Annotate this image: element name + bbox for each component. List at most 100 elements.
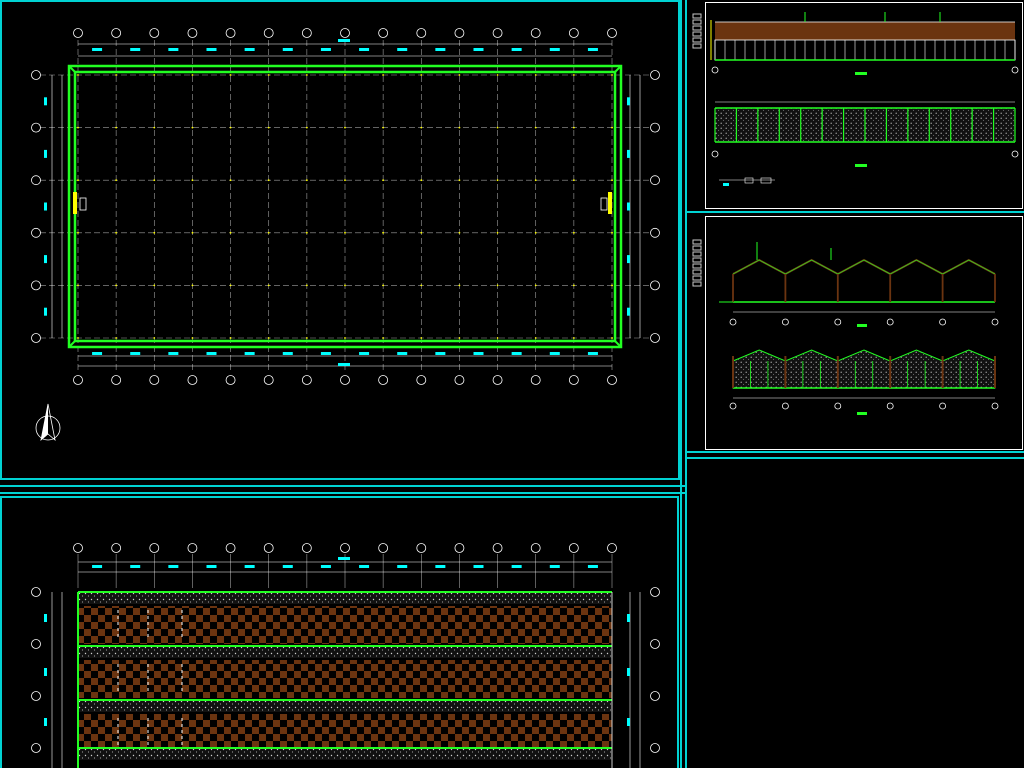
axis-bubble-icon xyxy=(340,375,350,385)
column-marker xyxy=(344,284,346,287)
planting-bed xyxy=(78,606,612,644)
column-marker xyxy=(496,179,499,182)
dimension-label-top xyxy=(282,565,293,568)
total-dimension-top xyxy=(338,39,350,42)
column-marker xyxy=(496,337,499,339)
column-marker xyxy=(305,126,308,129)
axis-bubble-icon xyxy=(782,318,789,326)
axis-bubble-icon xyxy=(568,543,579,553)
axis-bubble-icon xyxy=(111,375,122,385)
column-marker xyxy=(267,337,270,339)
dimension-label-bottom xyxy=(549,352,560,355)
column-marker xyxy=(153,74,156,76)
axis-bubble-icon xyxy=(263,543,274,553)
side-elevation-title-b xyxy=(857,412,867,415)
dimension-label-right xyxy=(627,718,630,726)
axis-bubble-icon xyxy=(31,691,41,701)
dimension-label-left xyxy=(44,149,47,158)
axis-bubble-icon xyxy=(650,280,660,291)
dimension-label-top xyxy=(397,565,408,568)
dimension-label-bottom xyxy=(92,352,103,355)
column-marker xyxy=(572,284,575,287)
axis-bubble-icon xyxy=(991,402,999,410)
floor-plan-drawing xyxy=(31,28,660,442)
title-block-cell xyxy=(692,25,702,31)
dimension-label-bottom xyxy=(397,352,408,355)
door-right xyxy=(608,192,612,214)
axis-bubble-icon xyxy=(378,375,389,385)
dimension-label-top xyxy=(397,48,408,51)
axis-bubble-icon xyxy=(416,375,427,385)
column-marker xyxy=(534,179,537,182)
column-marker xyxy=(420,337,423,339)
total-dimension-top xyxy=(338,557,350,560)
title-block-cell xyxy=(692,239,702,245)
title-block-cell xyxy=(692,275,702,281)
axis-bubble-icon xyxy=(650,743,660,753)
title-block-cell xyxy=(692,245,702,251)
column-marker xyxy=(534,284,537,287)
column-marker xyxy=(267,179,270,182)
axis-bubble-icon xyxy=(834,318,842,326)
axis-bubble-icon xyxy=(416,28,427,38)
column-marker xyxy=(305,231,308,234)
axis-bubble-icon xyxy=(650,70,660,80)
title-block-cell xyxy=(692,269,702,275)
dimension-label-top xyxy=(92,565,103,568)
axis-bubble-icon xyxy=(991,318,999,326)
column-marker xyxy=(458,126,461,129)
column-marker xyxy=(496,231,499,234)
dimension-label-left xyxy=(44,718,47,726)
dimension-label-top xyxy=(282,48,293,51)
column-marker xyxy=(115,284,118,287)
column-marker xyxy=(191,126,194,129)
axis-bubble-icon xyxy=(31,122,41,133)
axis-bubble-icon xyxy=(650,227,660,238)
title-block-cell xyxy=(692,19,702,25)
front-elevation-drawing xyxy=(710,12,1019,186)
gravel-path xyxy=(78,748,612,760)
dimension-label-top xyxy=(435,48,446,51)
column-marker xyxy=(382,337,385,339)
column-marker xyxy=(115,179,118,182)
column-marker xyxy=(611,284,613,287)
elevation-title-1 xyxy=(855,72,867,75)
axis-bubble-icon xyxy=(416,543,427,553)
column-marker xyxy=(305,337,308,339)
dimension-label-top xyxy=(549,48,560,51)
legend-symbol xyxy=(744,177,754,184)
column-marker xyxy=(153,284,156,287)
column-marker xyxy=(382,126,385,129)
gravel-path xyxy=(78,700,612,712)
column-marker xyxy=(382,284,385,287)
axis-bubble-icon xyxy=(149,543,160,553)
column-marker xyxy=(458,74,461,76)
dimension-label-top xyxy=(587,48,598,51)
column-marker xyxy=(382,179,385,182)
dimension-label-right xyxy=(627,255,630,264)
dimension-label-top xyxy=(473,565,484,568)
dimension-label-left xyxy=(44,614,47,622)
axis-bubble-icon xyxy=(111,28,122,38)
column-marker xyxy=(191,179,194,182)
column-marker xyxy=(267,126,270,129)
dimension-label-left xyxy=(44,97,47,106)
title-block-cell xyxy=(692,43,702,49)
axis-bubble-icon xyxy=(650,691,660,701)
column-marker xyxy=(77,126,79,129)
axis-bubble-icon xyxy=(340,543,350,553)
column-marker xyxy=(458,284,461,287)
axis-bubble-icon xyxy=(650,122,660,133)
dimension-label-right xyxy=(627,614,630,622)
dimension-label-top xyxy=(587,565,598,568)
dimension-label-bottom xyxy=(244,352,255,355)
dimension-label-right xyxy=(627,202,630,211)
title-block-cell xyxy=(692,37,702,43)
dimension-label-top xyxy=(549,565,560,568)
column-marker xyxy=(267,284,270,287)
dimension-label-top xyxy=(359,565,370,568)
column-marker xyxy=(229,74,232,76)
column-marker xyxy=(191,231,194,234)
axis-bubble-icon xyxy=(1011,150,1019,158)
axis-bubble-icon xyxy=(607,543,617,553)
